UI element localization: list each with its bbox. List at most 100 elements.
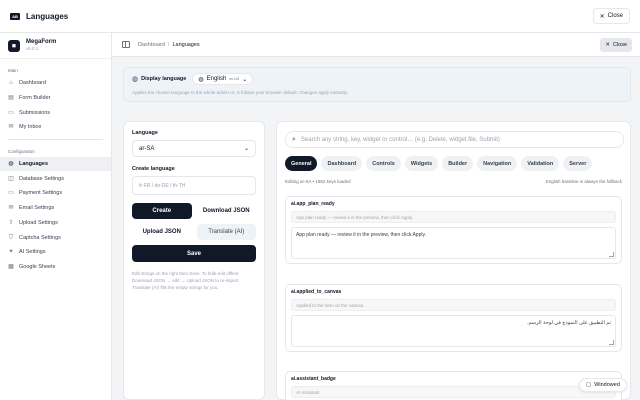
sheet-icon: ▦	[8, 263, 14, 270]
sidebar-item-label: Captcha Settings	[19, 234, 61, 241]
translation-textarea[interactable]: تم التطبيق على النموذج في لوحة الرسم.	[291, 315, 616, 347]
sidebar-item-label: Google Sheets	[19, 263, 56, 270]
tab-server[interactable]: Server	[563, 156, 593, 171]
display-language-value: English	[206, 76, 227, 82]
create-language-input[interactable]: fr-FR / de-DE / th-TH	[132, 176, 256, 195]
sidebar-section-configuration: Configuration	[8, 148, 35, 154]
window-close-label: Close	[607, 13, 623, 19]
app-logo-icon: AB	[10, 12, 20, 20]
translation-entry: ai.assistant_badge AI Assistant	[285, 371, 622, 400]
sidebar-section-main: Main	[8, 68, 18, 73]
language-label: Language	[132, 130, 158, 136]
translation-key: ai.applied_to_canvas	[291, 289, 342, 295]
inbox-icon: ▭	[8, 109, 14, 116]
sidebar-item-submissions[interactable]: ▭ Submissions	[0, 105, 111, 120]
search-placeholder: Search any string, key, widget or contro…	[300, 136, 500, 143]
form-icon: ▤	[8, 95, 14, 102]
display-language-banner: ◍ Display language ◍ English en-US ⌄ App…	[123, 67, 631, 102]
search-input[interactable]: ⌕ Search any string, key, widget or cont…	[285, 131, 624, 148]
language-select-value: ar-SA	[139, 145, 155, 152]
save-button[interactable]: Save	[132, 245, 256, 262]
category-tabs: General Dashboard Controls Widgets Build…	[285, 156, 593, 171]
download-json-button[interactable]: Download JSON	[196, 203, 256, 219]
sidebar-item-dashboard[interactable]: ⌂ Dashboard	[0, 76, 111, 91]
sidebar-item-label: Form Builder	[19, 95, 51, 102]
window-title: Languages	[26, 11, 69, 21]
sidebar-item-captcha-settings[interactable]: ⛉ Captcha Settings	[0, 230, 111, 245]
create-language-placeholder: fr-FR / de-DE / th-TH	[139, 182, 186, 189]
sidebar-item-payment-settings[interactable]: ▭ Payment Settings	[0, 186, 111, 201]
window-icon: ▢	[586, 382, 592, 388]
create-button[interactable]: Create	[132, 203, 192, 219]
sparkle-icon: ✦	[8, 249, 14, 256]
reference-text: Applied to the form on the canvas.	[291, 299, 616, 311]
create-language-label: Create language	[132, 166, 175, 172]
help-note: Edit strings on the right then Save. To …	[132, 271, 240, 290]
brand: ◼ MegaForm v5.0.1	[0, 33, 111, 59]
mail-icon: ✉	[8, 205, 14, 212]
tab-validation[interactable]: Validation	[521, 156, 560, 171]
baseline-note: English baseline is always the fallback	[545, 179, 622, 184]
upload-json-button[interactable]: Upload JSON	[132, 224, 192, 240]
sidebar-item-ai-settings[interactable]: ✦ AI Settings	[0, 245, 111, 260]
display-language-select[interactable]: ◍ English en-US ⌄	[192, 73, 254, 85]
database-icon: ◫	[8, 175, 14, 182]
sidebar-item-database-settings[interactable]: ◫ Database Settings	[0, 171, 111, 186]
main-header: Dashboard / Languages ✕ Close	[112, 33, 640, 57]
brand-logo-icon: ◼	[8, 39, 20, 52]
search-icon: ⌕	[292, 135, 296, 143]
sidebar-item-languages[interactable]: ◍ Languages	[0, 156, 111, 172]
language-select[interactable]: ar-SA ⌄	[132, 140, 256, 157]
brand-version: v5.0.1	[26, 46, 39, 51]
tab-general[interactable]: General	[285, 156, 318, 171]
shield-icon: ⛉	[8, 234, 14, 241]
card-icon: ▭	[8, 190, 14, 197]
globe-icon: ◍	[132, 76, 139, 83]
breadcrumb-root[interactable]: Dashboard	[138, 42, 165, 48]
header-close-button[interactable]: ✕ Close	[600, 38, 632, 52]
tab-widgets[interactable]: Widgets	[404, 156, 439, 171]
sidebar-item-label: Dashboard	[19, 80, 46, 87]
reference-text: AI Assistant	[291, 386, 616, 398]
display-language-description: Applies the chosen language to the whole…	[132, 90, 348, 95]
translate-ai-button[interactable]: Translate (AI)	[196, 224, 256, 240]
tab-controls[interactable]: Controls	[366, 156, 401, 171]
sidebar-item-label: Database Settings	[19, 175, 64, 182]
window-close-button[interactable]: ✕ Close	[592, 8, 630, 24]
editing-status: Editing ar-SA • 1882 keys loaded	[285, 179, 351, 184]
sidebar-toggle-icon[interactable]	[122, 41, 130, 48]
sidebar-item-google-sheets[interactable]: ▦ Google Sheets	[0, 260, 111, 275]
home-icon: ⌂	[9, 80, 13, 87]
sidebar-item-email-settings[interactable]: ✉ Email Settings	[0, 201, 111, 216]
sidebar-item-label: Submissions	[19, 109, 51, 116]
windowed-label: Windowed	[594, 382, 620, 388]
windowed-toggle-button[interactable]: ▢ Windowed	[579, 378, 627, 392]
sidebar-item-upload-settings[interactable]: ⇧ Upload Settings	[0, 216, 111, 231]
mail-icon: ✉	[8, 124, 14, 131]
reference-text: App plan ready — review it in the previe…	[291, 211, 616, 223]
translation-key: ai.app_plan_ready	[291, 201, 335, 207]
globe-icon: ◍	[198, 76, 204, 83]
sidebar-item-label: AI Settings	[19, 249, 46, 256]
tab-builder[interactable]: Builder	[442, 156, 474, 171]
sidebar: ◼ MegaForm v5.0.1 Main ⌂ Dashboard ▤ For…	[0, 33, 112, 400]
chevron-down-icon: ⌄	[243, 146, 249, 152]
brand-name: MegaForm	[26, 39, 57, 45]
tab-dashboard[interactable]: Dashboard	[321, 156, 363, 171]
chevron-down-icon: ⌄	[242, 76, 248, 83]
sidebar-item-my-inbox[interactable]: ✉ My Inbox	[0, 120, 111, 135]
globe-icon: ◍	[8, 161, 14, 168]
sidebar-item-form-builder[interactable]: ▤ Form Builder	[0, 91, 111, 106]
language-management-card: Language ar-SA ⌄ Create language fr-FR /…	[123, 121, 265, 400]
sidebar-item-label: Payment Settings	[19, 190, 63, 197]
upload-icon: ⇧	[8, 219, 14, 226]
translation-key: ai.assistant_badge	[291, 376, 336, 382]
header-close-label: Close	[612, 42, 627, 48]
sidebar-item-label: Languages	[19, 161, 49, 168]
sidebar-item-label: My Inbox	[19, 124, 42, 131]
translation-textarea[interactable]: App plan ready — review it in the previe…	[291, 227, 616, 259]
close-icon: ✕	[605, 42, 610, 48]
breadcrumb-current: Languages	[172, 41, 200, 48]
tab-navigation[interactable]: Navigation	[477, 156, 518, 171]
translation-entry: ai.app_plan_ready App plan ready — revie…	[285, 196, 622, 264]
